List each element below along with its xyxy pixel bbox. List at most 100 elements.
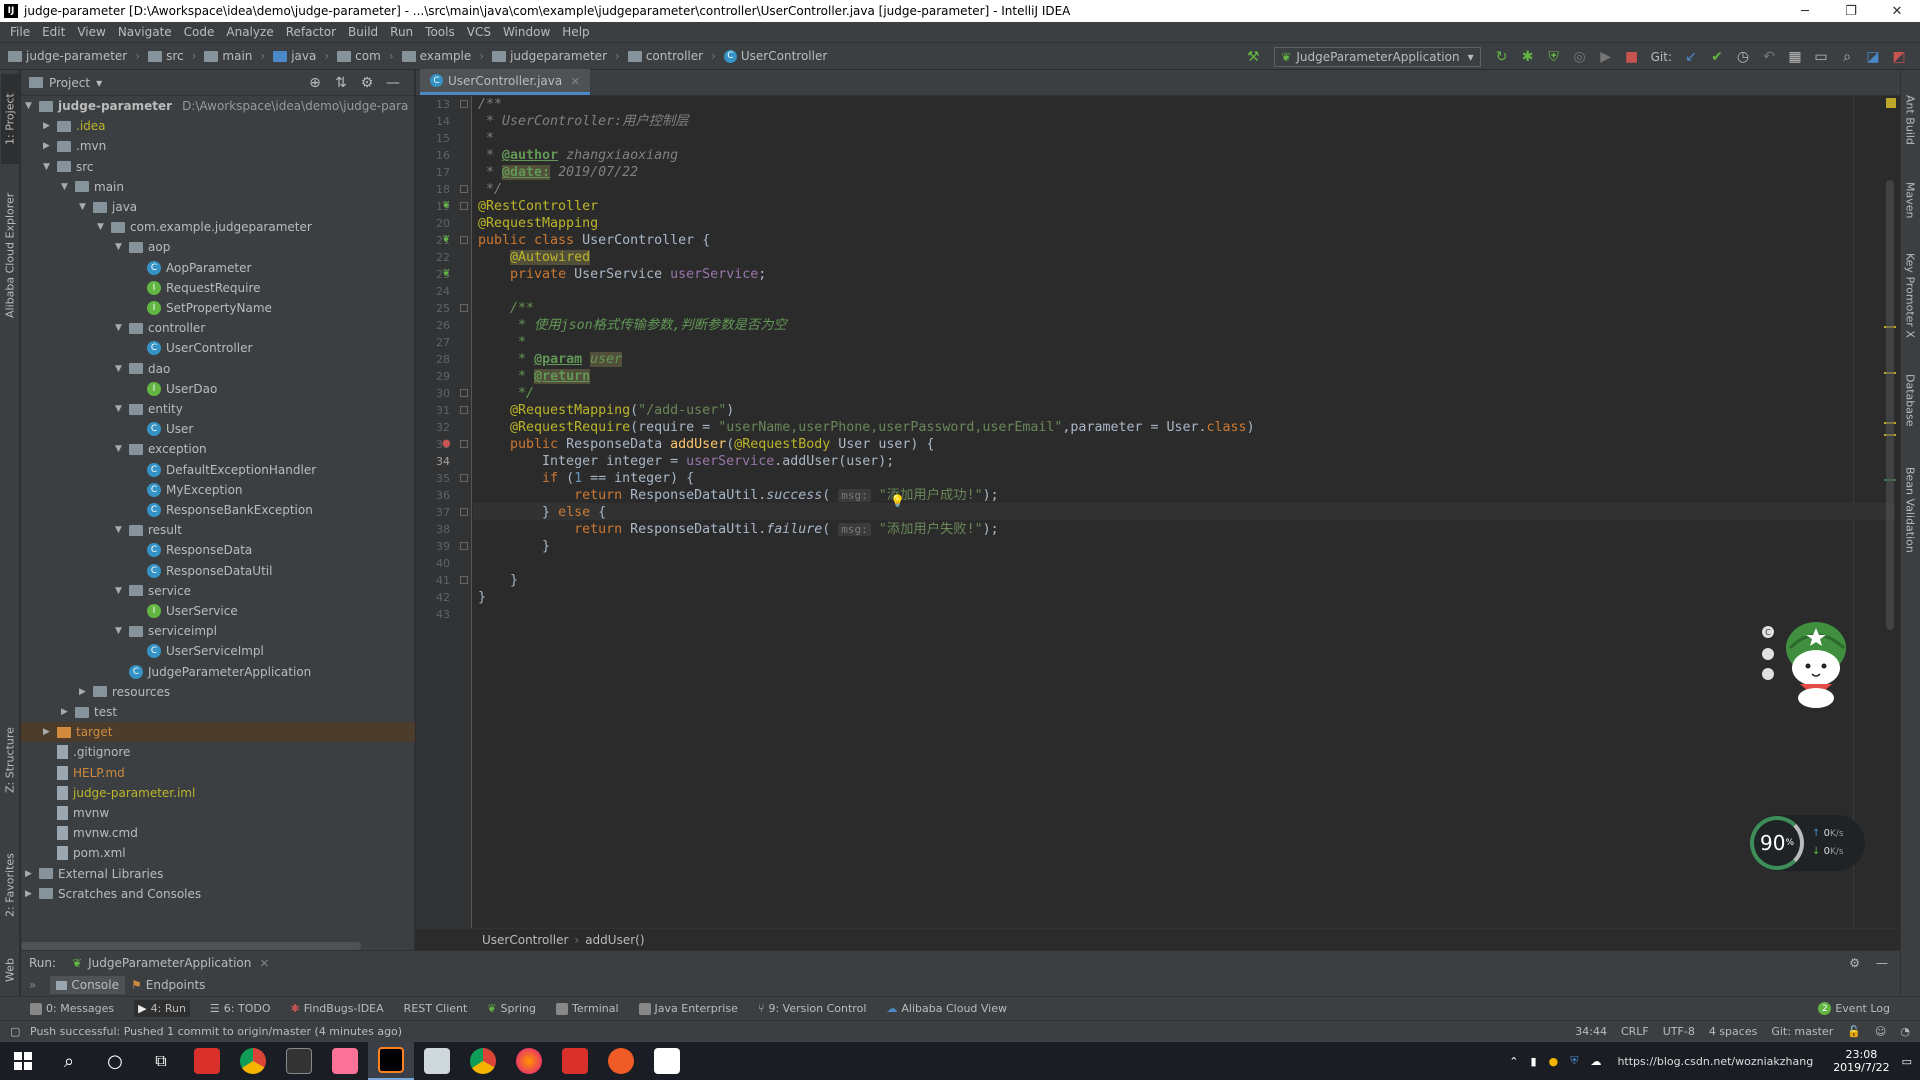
youdao-icon[interactable]: [184, 1042, 230, 1080]
tree-item[interactable]: ▼ src: [21, 157, 415, 177]
tree-item[interactable]: C JudgeParameterApplication: [21, 662, 415, 682]
terminal-tool[interactable]: Terminal: [556, 1002, 619, 1015]
line-number[interactable]: 34: [416, 453, 450, 470]
menu-view[interactable]: View: [71, 25, 111, 39]
tree-item[interactable]: C MyException: [21, 480, 415, 500]
shield-icon[interactable]: ⛨: [1570, 1054, 1578, 1068]
fold-icon[interactable]: [460, 389, 468, 397]
breakpoint-icon[interactable]: ●: [442, 438, 451, 449]
alibaba-cloud-view-tool[interactable]: ☁ Alibaba Cloud View: [886, 1002, 1007, 1015]
breadcrumb-project[interactable]: judge-parameter ›: [8, 49, 140, 63]
code-view[interactable]: /** * UserController:用户控制层 * * @author z…: [478, 96, 1838, 928]
tree-item[interactable]: ▼ java: [21, 197, 415, 217]
intellij-app-icon[interactable]: [368, 1042, 414, 1080]
code-line[interactable]: } else {: [478, 504, 606, 521]
video-app-icon[interactable]: [322, 1042, 368, 1080]
task-view-icon[interactable]: ⧉: [138, 1042, 184, 1080]
tree-item[interactable]: I UserDao: [21, 379, 415, 399]
tree-item[interactable]: ▶ .idea: [21, 116, 415, 136]
project-scrollbar[interactable]: [21, 942, 361, 950]
code-line[interactable]: return ResponseDataUtil.success( msg: "添…: [478, 487, 999, 504]
code-line[interactable]: */: [478, 385, 534, 402]
favorites-tool-tab[interactable]: 2: Favorites: [1, 840, 19, 930]
notification-icon[interactable]: ▭: [1902, 1055, 1912, 1068]
postman-icon[interactable]: [598, 1042, 644, 1080]
memory-icon[interactable]: ◔: [1900, 1025, 1910, 1038]
plugin-icon[interactable]: ◩: [1890, 48, 1908, 66]
breadcrumb-java[interactable]: java ›: [273, 49, 329, 63]
event-log-tool[interactable]: 2 Event Log: [1818, 1002, 1890, 1015]
code-line[interactable]: @RestController: [478, 198, 598, 215]
line-number[interactable]: 27: [416, 334, 450, 351]
breadcrumb-usercontroller[interactable]: C UserController: [723, 49, 827, 63]
stop-icon[interactable]: ■: [1623, 48, 1641, 66]
lock-icon[interactable]: 🔓: [1847, 1025, 1861, 1038]
fold-icon[interactable]: [460, 508, 468, 516]
line-number[interactable]: 17: [416, 164, 450, 181]
line-number[interactable]: 30: [416, 385, 450, 402]
menu-refactor[interactable]: Refactor: [280, 25, 342, 39]
tree-item[interactable]: I SetPropertyName: [21, 298, 415, 318]
tree-item[interactable]: C UserServiceImpl: [21, 641, 415, 661]
bean-validation-tab[interactable]: Bean Validation: [1901, 450, 1919, 570]
layout-icon[interactable]: ▭: [1812, 48, 1830, 66]
tree-item[interactable]: I RequestRequire: [21, 278, 415, 298]
cortana-icon[interactable]: ○: [92, 1042, 138, 1080]
console-tab[interactable]: Console: [50, 976, 125, 994]
line-number[interactable]: 26: [416, 317, 450, 334]
version-control-tool[interactable]: ⑂ 9: Version Control: [758, 1002, 867, 1015]
tree-item[interactable]: I UserService: [21, 601, 415, 621]
tree-item[interactable]: ▼ controller: [21, 318, 415, 338]
tab-usercontroller[interactable]: C UserController.java ×: [420, 69, 591, 95]
expanded-arrow-icon[interactable]: ▼: [25, 101, 39, 111]
breadcrumb-controller[interactable]: controller ›: [627, 49, 716, 63]
code-line[interactable]: @RequestMapping("/add-user"): [478, 402, 734, 419]
line-number[interactable]: 29: [416, 368, 450, 385]
expanded-arrow-icon[interactable]: ▼: [43, 162, 57, 172]
code-line[interactable]: @RequestRequire(require = "userName,user…: [478, 419, 1255, 436]
locate-icon[interactable]: ⊕: [306, 74, 324, 92]
menu-vcs[interactable]: VCS: [461, 25, 497, 39]
tree-item[interactable]: .gitignore: [21, 742, 415, 762]
project-view-selector[interactable]: Project: [49, 76, 90, 90]
fold-icon[interactable]: [460, 202, 468, 210]
close-button[interactable]: ✕: [1874, 0, 1920, 22]
web-tool-tab[interactable]: Web: [1, 950, 19, 990]
git-update-icon[interactable]: ↙: [1682, 48, 1700, 66]
todo-tool[interactable]: ☰ 6: TODO: [210, 1002, 271, 1015]
spring-tool[interactable]: ❦ Spring: [487, 1002, 536, 1015]
expanded-arrow-icon[interactable]: ▼: [115, 586, 129, 596]
fold-icon[interactable]: [460, 576, 468, 584]
menu-analyze[interactable]: Analyze: [220, 25, 279, 39]
line-separator[interactable]: CRLF: [1621, 1025, 1649, 1038]
indent-setting[interactable]: 4 spaces: [1709, 1025, 1758, 1038]
tree-item[interactable]: ▶ target: [21, 722, 415, 743]
menu-build[interactable]: Build: [342, 25, 384, 39]
chevron-down-icon[interactable]: ▾: [96, 76, 102, 90]
code-line[interactable]: *: [478, 130, 494, 147]
line-number[interactable]: 43: [416, 606, 450, 623]
coverage-icon[interactable]: ⛨: [1545, 48, 1563, 66]
close-tab-icon[interactable]: ×: [570, 74, 580, 88]
structure-tool-tab[interactable]: Z: Structure: [1, 720, 19, 800]
caret-position[interactable]: 34:44: [1575, 1025, 1607, 1038]
code-line[interactable]: @Autowired: [478, 249, 591, 266]
tree-item[interactable]: mvnw.cmd: [21, 823, 415, 843]
chrome-icon[interactable]: [460, 1042, 506, 1080]
maximize-button[interactable]: ❐: [1828, 0, 1874, 22]
alibaba-cloud-explorer-tab[interactable]: Alibaba Cloud Explorer: [1, 180, 19, 330]
endpoints-tab[interactable]: ⚑ Endpoints: [125, 976, 211, 994]
tree-item[interactable]: ▶ .mvn: [21, 136, 415, 156]
expanded-arrow-icon[interactable]: ▼: [115, 444, 129, 454]
code-line[interactable]: Integer integer = userService.addUser(us…: [478, 453, 894, 470]
gear-icon[interactable]: ⚙: [1849, 956, 1860, 970]
tree-item[interactable]: ▼ entity: [21, 399, 415, 419]
findbugs-tool[interactable]: ✱ FindBugs-IDEA: [291, 1002, 384, 1015]
photos-icon[interactable]: [644, 1042, 690, 1080]
code-line[interactable]: /**: [478, 96, 502, 113]
rest-client-tool[interactable]: REST Client: [404, 1002, 468, 1015]
expanded-arrow-icon[interactable]: ▼: [79, 202, 93, 212]
java-enterprise-tool[interactable]: Java Enterprise: [638, 1002, 738, 1015]
collapsed-arrow-icon[interactable]: ▶: [61, 707, 75, 717]
collapsed-arrow-icon[interactable]: ▶: [25, 889, 39, 899]
